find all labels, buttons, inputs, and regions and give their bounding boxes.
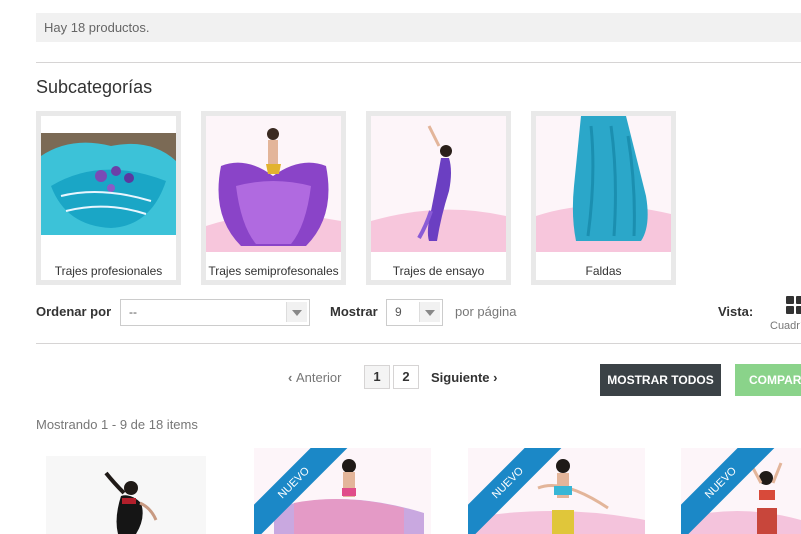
per-page-label: por página bbox=[455, 304, 517, 319]
per-page-select[interactable]: 9 bbox=[386, 299, 443, 326]
showing-items-text: Mostrando 1 - 9 de 18 items bbox=[36, 417, 198, 432]
sort-select[interactable]: -- bbox=[120, 299, 310, 326]
chevron-down-icon[interactable] bbox=[419, 302, 440, 322]
subcategory-label[interactable]: Trajes de ensayo bbox=[371, 264, 506, 279]
pagination-next-label: Siguiente bbox=[431, 370, 490, 385]
subcategory-label[interactable]: Trajes profesionales bbox=[41, 264, 176, 279]
product-count-text: Hay 18 productos. bbox=[44, 20, 150, 35]
pagination-page-1[interactable]: 1 bbox=[364, 365, 390, 389]
subcategory-card-faldas[interactable]: Faldas bbox=[531, 111, 676, 285]
subcategory-label[interactable]: Faldas bbox=[536, 264, 671, 279]
subcategory-card-trajes-semiprofesonales[interactable]: Trajes semiprofesonales bbox=[201, 111, 346, 285]
product-image[interactable] bbox=[36, 448, 213, 534]
subcategory-image[interactable] bbox=[206, 116, 341, 252]
product-card[interactable]: NUEVO bbox=[254, 448, 431, 534]
grid-view-icon[interactable] bbox=[785, 296, 801, 316]
show-label: Mostrar bbox=[330, 304, 378, 319]
compare-button[interactable]: COMPARAR bbox=[735, 364, 801, 396]
subcategory-card-trajes-de-ensayo[interactable]: Trajes de ensayo bbox=[366, 111, 511, 285]
view-label: Vista: bbox=[718, 304, 754, 319]
divider bbox=[36, 62, 801, 63]
product-card[interactable]: NUEVO bbox=[468, 448, 645, 534]
product-card[interactable]: NUEVO bbox=[681, 448, 801, 534]
pagination-previous[interactable]: ‹ Anterior bbox=[288, 370, 342, 385]
subcategory-image[interactable] bbox=[536, 116, 671, 252]
per-page-select-value: 9 bbox=[395, 305, 402, 319]
product-count-bar: Hay 18 productos. bbox=[36, 13, 801, 42]
pagination-previous-label: Anterior bbox=[295, 370, 342, 385]
subcategory-card-trajes-profesionales[interactable]: Trajes profesionales bbox=[36, 111, 181, 285]
grid-view-label[interactable]: Cuadrícula bbox=[770, 320, 801, 332]
subcategories-title: Subcategorías bbox=[36, 77, 153, 97]
subcategory-image[interactable] bbox=[41, 116, 176, 252]
subcategory-image[interactable] bbox=[371, 116, 506, 252]
chevron-down-icon[interactable] bbox=[286, 302, 307, 322]
show-all-button[interactable]: MOSTRAR TODOS bbox=[600, 364, 721, 396]
chevron-left-icon: ‹ bbox=[288, 370, 293, 385]
sort-label: Ordenar por bbox=[36, 304, 112, 319]
divider bbox=[36, 343, 801, 344]
product-card[interactable] bbox=[36, 448, 213, 534]
chevron-right-icon: › bbox=[493, 370, 498, 385]
sort-select-value: -- bbox=[129, 305, 137, 319]
pagination-next[interactable]: Siguiente › bbox=[431, 370, 497, 385]
subcategory-label[interactable]: Trajes semiprofesonales bbox=[206, 264, 341, 279]
pagination-page-2[interactable]: 2 bbox=[393, 365, 419, 389]
